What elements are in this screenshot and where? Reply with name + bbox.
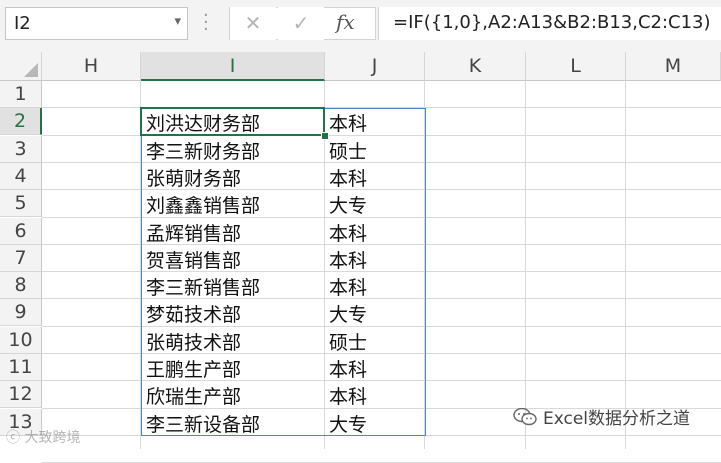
formula-bar-area: I2 ▾ · · · ✕ ✓ fx =IF({1,0},A2:A13&B2:B13,… (0, 0, 721, 52)
chevron-down-icon[interactable]: ▾ (174, 14, 181, 29)
watermark-left: ⓒ 大致跨境 (6, 430, 81, 446)
active-cell-I2[interactable] (140, 107, 325, 136)
row-header-5[interactable]: 5 (0, 190, 42, 217)
row-header-9[interactable]: 9 (0, 299, 42, 326)
column-header-K[interactable]: K (425, 52, 526, 81)
formula-input[interactable]: =IF({1,0},A2:A13&B2:B13,C2:C13) (378, 7, 721, 40)
grid-line (525, 81, 526, 449)
column-header-J[interactable]: J (325, 52, 425, 81)
close-icon[interactable]: ✕ (230, 7, 276, 40)
name-box-value: I2 (14, 13, 31, 34)
grid-line (625, 81, 626, 449)
column-header-I[interactable]: I (141, 52, 325, 81)
formula-range-highlight (141, 108, 426, 436)
check-icon[interactable]: ✓ (278, 7, 324, 40)
row-header-4[interactable]: 4 (0, 163, 42, 190)
row-header-7[interactable]: 7 (0, 245, 42, 272)
select-all-corner[interactable] (0, 52, 42, 81)
column-header-H[interactable]: H (42, 52, 141, 81)
fill-handle[interactable] (321, 132, 329, 140)
row-header-6[interactable]: 6 (0, 218, 42, 245)
row-header-12[interactable]: 12 (0, 381, 42, 408)
row-header-3[interactable]: 3 (0, 136, 42, 163)
row-header-10[interactable]: 10 (0, 327, 42, 354)
wechat-icon (513, 408, 537, 426)
row-header-8[interactable]: 8 (0, 272, 42, 299)
row-header-11[interactable]: 11 (0, 354, 42, 381)
column-header-L[interactable]: L (526, 52, 626, 81)
row-header-2[interactable]: 2 (0, 108, 42, 135)
fx-icon[interactable]: fx (336, 10, 355, 34)
row-header-1[interactable]: 1 (0, 81, 42, 108)
watermark-right: Excel数据分析之道 (513, 404, 690, 429)
name-box[interactable]: I2 ▾ (5, 7, 188, 40)
drag-handle-icon[interactable]: · · · (203, 7, 209, 39)
column-header-M[interactable]: M (626, 52, 721, 81)
watermark-right-text: Excel数据分析之道 (543, 409, 691, 429)
formula-text: =IF({1,0},A2:A13&B2:B13,C2:C13) (393, 12, 711, 33)
